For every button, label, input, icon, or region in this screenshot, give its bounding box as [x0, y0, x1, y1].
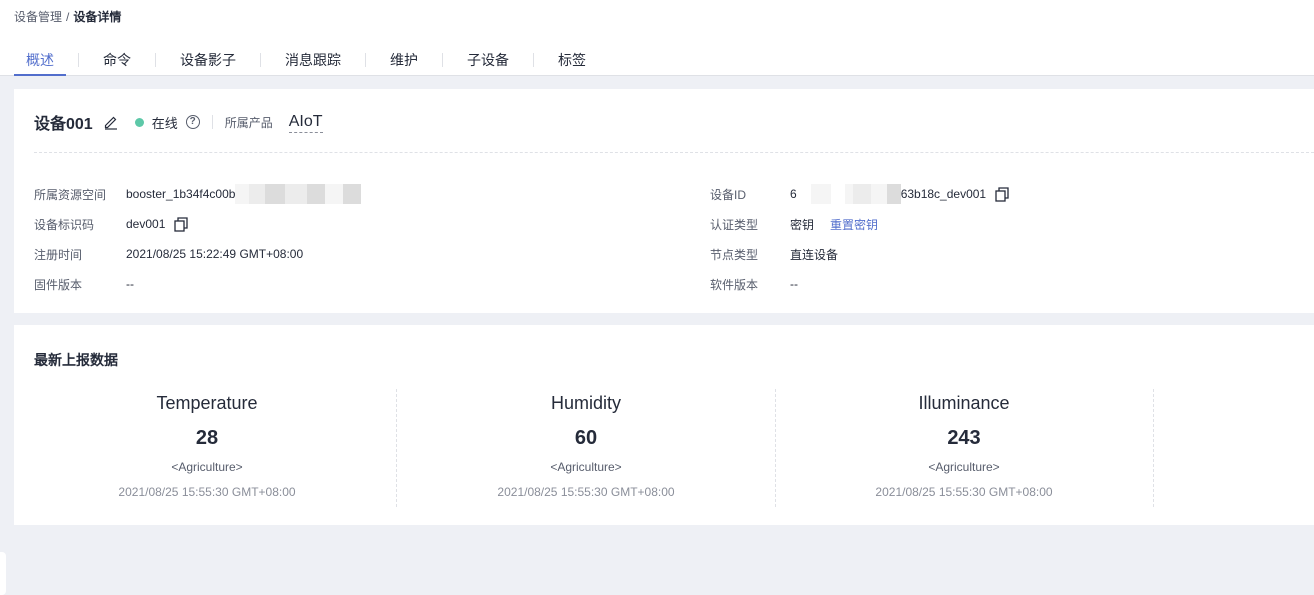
tab-divider	[533, 53, 534, 67]
info-row-device-id: 设备ID 6 63b18c_dev001	[710, 179, 1310, 209]
device-identifier-text: dev001	[126, 217, 166, 231]
tab-divider	[365, 53, 366, 67]
metric-service: <Agriculture>	[928, 460, 1000, 474]
device-name: 设备001	[34, 116, 93, 133]
tab-overview[interactable]: 概述	[14, 44, 66, 76]
header-dashed-divider	[34, 152, 1314, 153]
metric-value: 28	[195, 427, 219, 449]
tab-commands[interactable]: 命令	[91, 44, 143, 76]
info-label: 软件版本	[710, 277, 759, 292]
product-link[interactable]: AIoT	[288, 112, 323, 133]
tab-tags[interactable]: 标签	[546, 44, 598, 76]
redaction-mask	[285, 184, 308, 204]
redaction-mask	[870, 184, 887, 204]
node-type-value: 直连设备	[790, 247, 839, 262]
register-time-value: 2021/08/25 15:22:49 GMT+08:00	[126, 247, 304, 261]
tab-divider	[78, 53, 79, 67]
redaction-mask	[886, 184, 901, 204]
reset-secret-link[interactable]: 重置密钥	[830, 216, 878, 233]
online-status-dot	[134, 117, 144, 127]
side-collapse-handle[interactable]	[0, 552, 6, 595]
resource-space-value: booster_1b34f4c00b	[126, 184, 362, 204]
product-label: 所属产品	[224, 115, 273, 130]
question-circle-icon[interactable]: ?	[185, 115, 200, 129]
info-row-firmware-version: 固件版本 --	[34, 269, 674, 299]
breadcrumb-current: 设备详情	[73, 10, 122, 24]
breadcrumb: 设备管理 / 设备详情	[14, 8, 121, 25]
latest-data-card: 最新上报数据 Temperature 28 <Agriculture> 2021…	[14, 325, 1314, 525]
device-status: 在线	[151, 115, 178, 131]
device-info-card: 设备001 在线 ? 所属产品 AIoT 所属资源空间 booster_1b34…	[14, 89, 1314, 313]
redaction-mask	[810, 184, 831, 204]
redaction-mask	[265, 184, 286, 204]
metric-name: Illuminance	[918, 393, 1010, 413]
device-id-prefix: 6	[790, 187, 797, 201]
device-header: 设备001 在线 ? 所属产品 AIoT	[34, 109, 323, 135]
tab-device-shadow[interactable]: 设备影子	[168, 44, 248, 76]
metric-card-humidity: Humidity 60 <Agriculture> 2021/08/25 15:…	[397, 389, 776, 507]
info-label: 所属资源空间	[34, 187, 107, 202]
info-row-device-identifier: 设备标识码 dev001	[34, 209, 674, 239]
copy-icon[interactable]	[173, 216, 189, 232]
info-left-column: 所属资源空间 booster_1b34f4c00b 设备标识码 dev001 注…	[34, 179, 674, 299]
auth-type-text: 密钥	[790, 217, 815, 232]
tab-divider	[442, 53, 443, 67]
metric-service: <Agriculture>	[550, 460, 622, 474]
tab-child-devices[interactable]: 子设备	[455, 44, 521, 76]
tab-divider	[155, 53, 156, 67]
info-label: 设备ID	[710, 187, 747, 202]
firmware-version-value: --	[126, 277, 134, 291]
info-label: 认证类型	[710, 217, 759, 232]
info-row-auth-type: 认证类型 密钥 重置密钥	[710, 209, 1310, 239]
info-right-column: 设备ID 6 63b18c_dev001 认证类型 密钥 重置密钥 节点类型 直…	[710, 179, 1310, 299]
redaction-mask	[249, 184, 266, 204]
page-header: 设备管理 / 设备详情 概述 命令 设备影子 消息跟踪 维护 子设备 标签	[0, 0, 1314, 76]
metric-name: Temperature	[156, 393, 258, 413]
copy-icon[interactable]	[994, 186, 1010, 202]
info-row-register-time: 注册时间 2021/08/25 15:22:49 GMT+08:00	[34, 239, 674, 269]
software-version-value: --	[790, 277, 798, 291]
info-label: 固件版本	[34, 277, 83, 292]
metric-name: Humidity	[550, 393, 621, 413]
info-label: 注册时间	[34, 247, 83, 262]
device-id-suffix: 63b18c_dev001	[900, 187, 987, 201]
metric-value: 60	[574, 427, 598, 449]
metric-time: 2021/08/25 15:55:30 GMT+08:00	[497, 485, 675, 499]
tab-message-trace[interactable]: 消息跟踪	[273, 44, 353, 76]
info-label: 设备标识码	[34, 217, 95, 232]
breadcrumb-separator: /	[66, 10, 70, 24]
section-title: 最新上报数据	[34, 352, 118, 368]
info-row-resource-space: 所属资源空间 booster_1b34f4c00b	[34, 179, 674, 209]
tab-divider	[260, 53, 261, 67]
redaction-mask	[844, 184, 853, 204]
redaction-mask	[307, 184, 326, 204]
resource-space-text: booster_1b34f4c00b	[126, 187, 236, 201]
metric-time: 2021/08/25 15:55:30 GMT+08:00	[118, 485, 296, 499]
metric-time: 2021/08/25 15:55:30 GMT+08:00	[875, 485, 1053, 499]
header-divider	[211, 115, 213, 129]
redaction-mask	[235, 184, 250, 204]
breadcrumb-parent[interactable]: 设备管理	[14, 10, 62, 24]
info-row-node-type: 节点类型 直连设备	[710, 239, 1310, 269]
metric-value: 243	[947, 427, 981, 449]
metric-card-temperature: Temperature 28 <Agriculture> 2021/08/25 …	[18, 389, 397, 507]
pencil-icon[interactable]	[103, 114, 119, 130]
device-id-value: 6 63b18c_dev001	[790, 184, 1010, 204]
device-identifier-value: dev001	[126, 216, 189, 232]
redaction-mask	[343, 184, 362, 204]
auth-type-value: 密钥 重置密钥	[790, 216, 878, 233]
info-label: 节点类型	[710, 247, 759, 262]
metric-service: <Agriculture>	[171, 460, 243, 474]
tab-maintenance[interactable]: 维护	[378, 44, 430, 76]
info-row-software-version: 软件版本 --	[710, 269, 1310, 299]
tab-bar: 概述 命令 设备影子 消息跟踪 维护 子设备 标签	[14, 44, 598, 76]
redaction-mask	[852, 184, 871, 204]
redaction-mask	[325, 184, 344, 204]
metric-card-illuminance: Illuminance 243 <Agriculture> 2021/08/25…	[775, 389, 1154, 507]
